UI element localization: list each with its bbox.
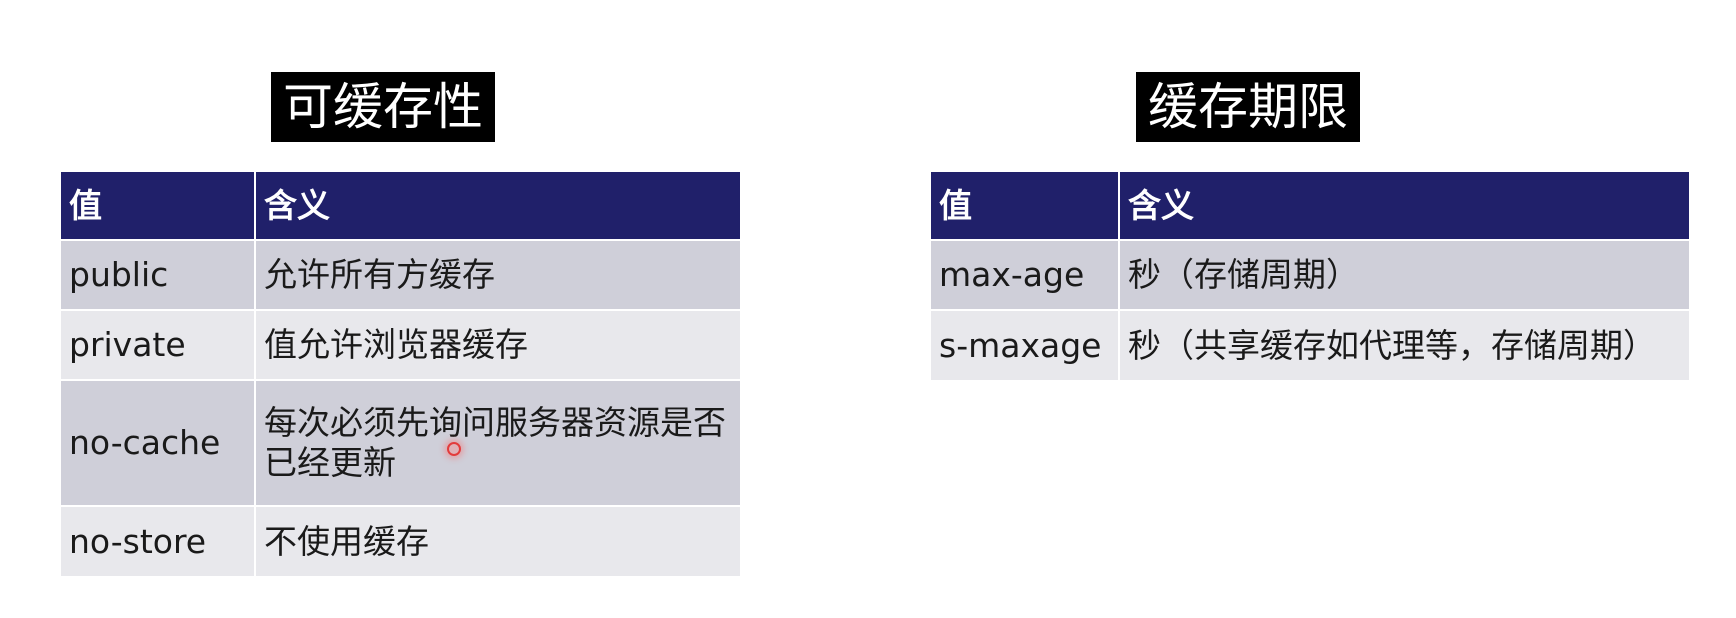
cache-expiration-title: 缓存期限	[1136, 72, 1360, 142]
cell-meaning: 值允许浏览器缓存	[254, 309, 740, 380]
cell-meaning: 允许所有方缓存	[254, 239, 740, 310]
header-value: 值	[931, 172, 1119, 240]
cell-meaning: 不使用缓存	[254, 505, 740, 576]
cell-value: public	[61, 239, 255, 310]
table-row: max-age 秒（存储周期）	[931, 239, 1689, 310]
table-row: private 值允许浏览器缓存	[61, 309, 740, 380]
header-meaning: 含义	[1118, 172, 1689, 240]
cell-value: s-maxage	[931, 309, 1119, 380]
cell-meaning: 秒（存储周期）	[1118, 239, 1689, 310]
cell-meaning: 每次必须先询问服务器资源是否已经更新	[254, 379, 740, 506]
pointer-highlight	[447, 442, 461, 456]
cacheability-table: 值 含义 public 允许所有方缓存 private 值允许浏览器缓存 no-…	[61, 172, 740, 576]
table-header-row: 值 含义	[931, 172, 1689, 240]
cell-value: max-age	[931, 239, 1119, 310]
cell-meaning: 秒（共享缓存如代理等，存储周期）	[1118, 309, 1689, 380]
cell-value: no-cache	[61, 379, 255, 506]
header-meaning: 含义	[254, 172, 740, 240]
table-row: no-cache 每次必须先询问服务器资源是否已经更新	[61, 379, 740, 506]
table-header-row: 值 含义	[61, 172, 740, 240]
cache-expiration-table: 值 含义 max-age 秒（存储周期） s-maxage 秒（共享缓存如代理等…	[931, 172, 1689, 380]
cell-value: private	[61, 309, 255, 380]
cell-value: no-store	[61, 505, 255, 576]
cacheability-title: 可缓存性	[271, 72, 495, 142]
table-row: no-store 不使用缓存	[61, 505, 740, 576]
table-row: s-maxage 秒（共享缓存如代理等，存储周期）	[931, 309, 1689, 380]
table-row: public 允许所有方缓存	[61, 239, 740, 310]
header-value: 值	[61, 172, 255, 240]
